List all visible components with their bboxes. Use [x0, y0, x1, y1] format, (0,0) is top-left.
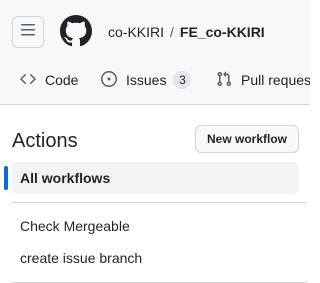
sidebar-item-label: All workflows: [20, 170, 111, 186]
sidebar-item-all-workflows[interactable]: All workflows: [4, 162, 299, 194]
breadcrumb: co-KKIRI / FE_co-KKIRI: [108, 22, 265, 42]
divider: [12, 202, 307, 203]
selected-indicator: [4, 166, 8, 190]
workflow-item-check-mergeable[interactable]: Check Mergeable: [20, 218, 130, 234]
hamburger-icon: [20, 22, 36, 43]
repo-link[interactable]: FE_co-KKIRI: [180, 24, 265, 40]
issues-count-badge: 3: [173, 71, 192, 89]
tab-code-label: Code: [45, 72, 79, 88]
github-mark-icon[interactable]: [59, 15, 92, 47]
breadcrumb-separator: /: [170, 24, 174, 40]
tab-issues-label: Issues: [126, 72, 167, 88]
actions-page: co-KKIRI / FE_co-KKIRI Code Issues 3 Pul…: [0, 0, 310, 283]
workflow-item-create-issue-branch[interactable]: create issue branch: [20, 250, 142, 266]
page-title: Actions: [12, 130, 78, 152]
new-workflow-button[interactable]: New workflow: [195, 125, 299, 153]
menu-button[interactable]: [12, 16, 44, 48]
tab-pull-requests[interactable]: Pull requests: [216, 62, 310, 98]
tab-issues[interactable]: Issues 3: [101, 62, 192, 98]
repo-header: co-KKIRI / FE_co-KKIRI Code Issues 3 Pul…: [0, 0, 310, 105]
owner-link[interactable]: co-KKIRI: [108, 24, 164, 40]
issue-icon: [101, 70, 126, 90]
pull-request-icon: [216, 71, 241, 90]
tab-code[interactable]: Code: [20, 62, 78, 98]
code-icon: [20, 71, 45, 90]
tab-pull-requests-label: Pull requests: [241, 72, 310, 88]
